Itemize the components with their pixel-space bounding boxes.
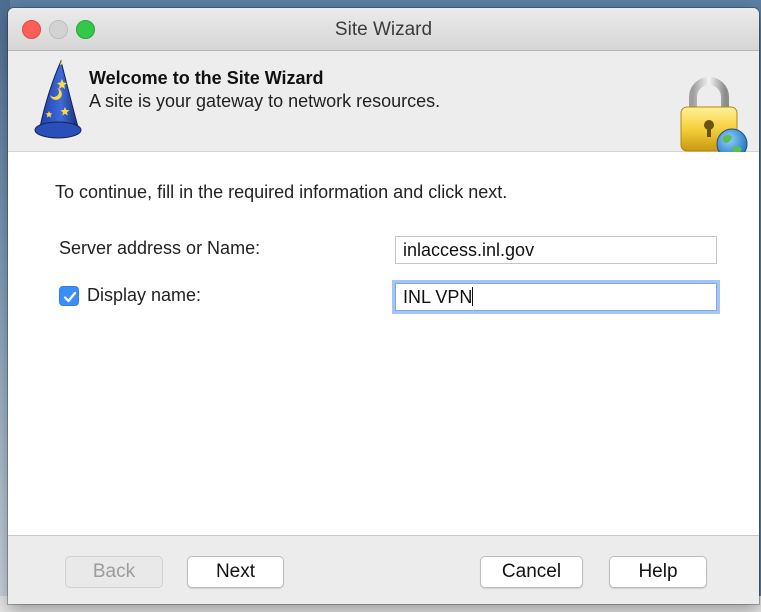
button-bar: Back Next Cancel Help	[8, 536, 759, 604]
cancel-button[interactable]: Cancel	[480, 556, 583, 588]
wizard-header: Welcome to the Site Wizard A site is you…	[8, 51, 759, 160]
display-name-value: INL VPN	[403, 287, 473, 307]
instruction-text: To continue, fill in the required inform…	[55, 182, 508, 202]
header-subtitle: A site is your gateway to network resour…	[89, 91, 441, 111]
text-cursor	[472, 287, 474, 306]
display-name-input[interactable]: INL VPN	[395, 283, 717, 311]
header-title: Welcome to the Site Wizard	[89, 68, 324, 88]
window-title: Site Wizard	[334, 19, 433, 40]
checkmark-icon	[63, 291, 77, 303]
next-button[interactable]: Next	[187, 556, 284, 588]
site-wizard-window: Site Wizard Welcome to the Site Wizard A…	[8, 8, 759, 604]
help-button[interactable]: Help	[609, 556, 707, 588]
display-name-checkbox[interactable]	[59, 286, 79, 306]
server-address-label: Server address or Name:	[59, 238, 261, 258]
back-button[interactable]: Back	[65, 556, 163, 588]
title-bar[interactable]: Site Wizard	[8, 8, 759, 51]
lock-globe-icon	[680, 77, 748, 160]
server-address-input[interactable]: inlaccess.inl.gov	[395, 236, 717, 264]
wizard-content: To continue, fill in the required inform…	[8, 152, 759, 536]
wizard-hat-icon	[34, 59, 82, 139]
display-name-label: Display name:	[87, 285, 202, 305]
